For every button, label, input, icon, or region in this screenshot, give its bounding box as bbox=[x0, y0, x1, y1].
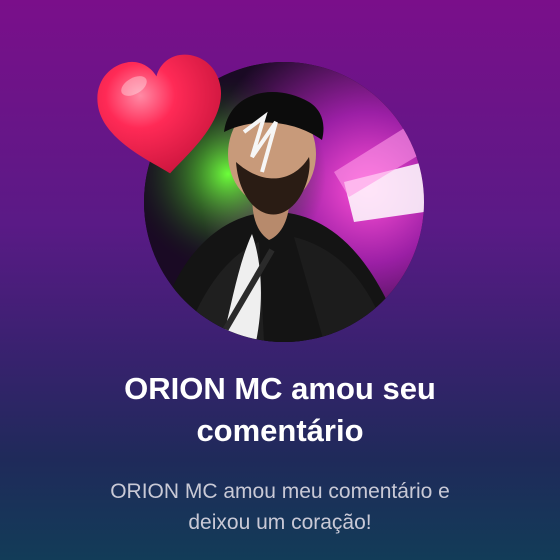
notification-message-line2: deixou um coração! bbox=[188, 511, 372, 534]
notification-title-line1: ORION MC amou seu bbox=[124, 371, 436, 406]
notification-title: ORION MC amou seu comentário bbox=[0, 368, 560, 452]
love-notification-card: ORION MC amou seu comentário ORION MC am… bbox=[0, 0, 560, 560]
notification-message-line1: ORION MC amou meu comentário e bbox=[110, 480, 450, 503]
notification-title-line2: comentário bbox=[196, 413, 364, 448]
notification-message: ORION MC amou meu comentário e deixou um… bbox=[0, 476, 560, 538]
heart-icon bbox=[97, 54, 221, 174]
